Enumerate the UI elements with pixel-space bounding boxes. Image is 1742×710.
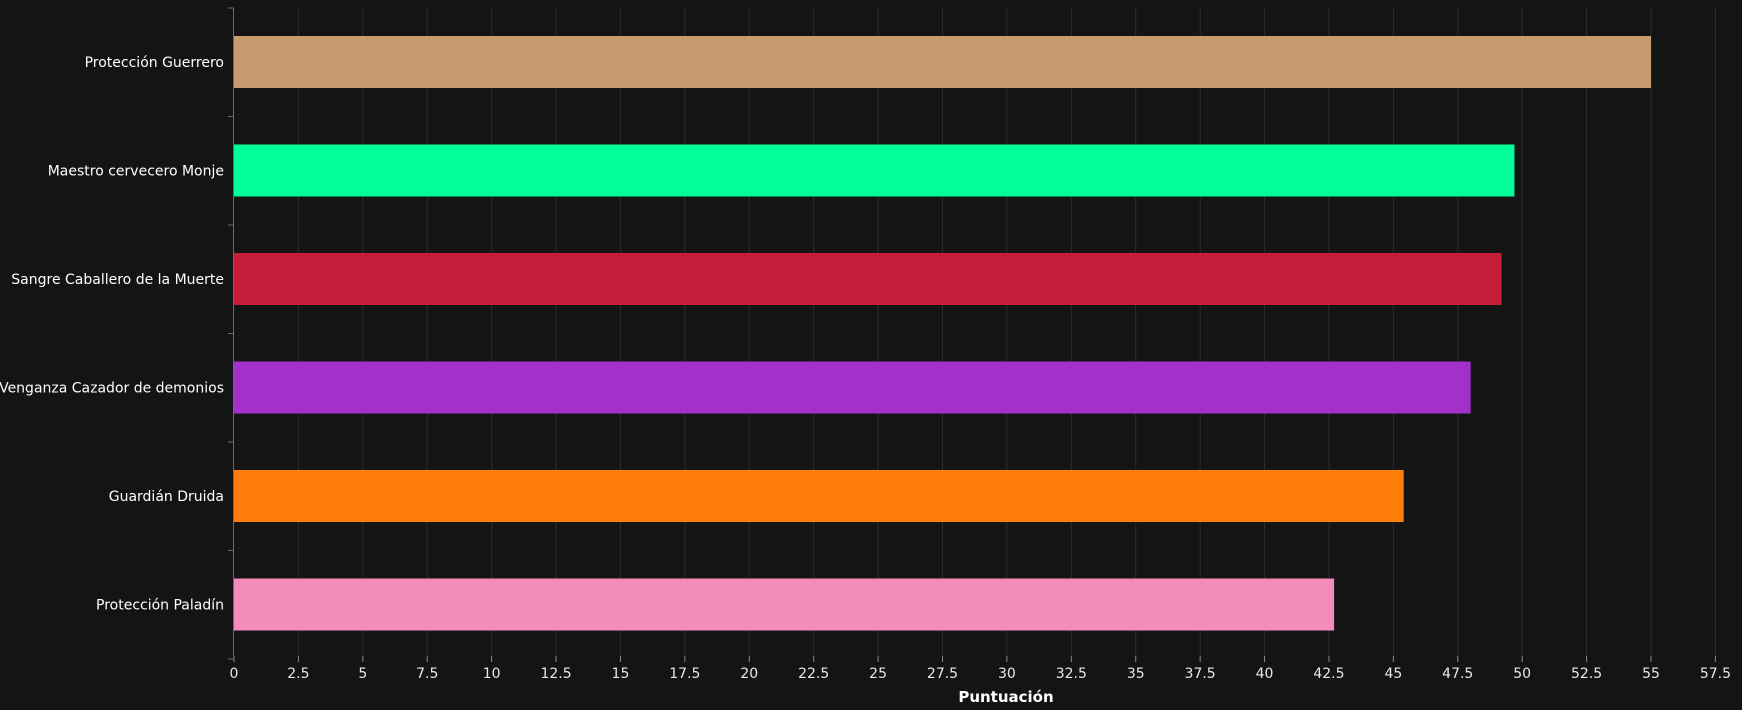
x-tick-label: 5	[358, 666, 367, 682]
category-label: Sangre Caballero de la Muerte	[11, 272, 224, 288]
x-tick-label: 55	[1642, 666, 1660, 682]
x-tick-label: 50	[1513, 666, 1531, 682]
x-tick-label: 17.5	[669, 666, 700, 682]
bar[interactable]	[234, 578, 1335, 631]
chart-root: Protección Guerrero Maestro cervecero Mon…	[0, 0, 1742, 710]
bar-chart: Protección Guerrero Maestro cervecero Mon…	[0, 0, 1742, 710]
x-tick-label: 0	[230, 666, 239, 682]
category-label: Guardián Druida	[109, 489, 224, 505]
x-tick-label: 25	[869, 666, 887, 682]
x-tick-label: 10	[483, 666, 501, 682]
x-tick-label: 20	[740, 666, 758, 682]
x-axis-title: Puntuación	[958, 688, 1053, 706]
x-tick-label: 12.5	[540, 666, 571, 682]
x-tick-label: 35	[1127, 666, 1145, 682]
x-tick-label: 40	[1256, 666, 1274, 682]
bar[interactable]	[234, 470, 1404, 522]
category-label: Protección Guerrero	[85, 55, 224, 71]
x-tick-label: 42.5	[1313, 666, 1344, 682]
bar[interactable]	[234, 36, 1651, 88]
x-tick-label: 15	[612, 666, 630, 682]
x-tick-label: 22.5	[798, 666, 829, 682]
x-tick-label: 57.5	[1700, 666, 1731, 682]
x-tick-label: 37.5	[1185, 666, 1216, 682]
x-tick-label: 7.5	[416, 666, 438, 682]
x-tick-label: 45	[1384, 666, 1402, 682]
category-label: Venganza Cazador de demonios	[0, 381, 224, 397]
category-label: Protección Paladín	[96, 598, 224, 614]
x-tick-label: 2.5	[287, 666, 309, 682]
x-tick-label: 32.5	[1056, 666, 1087, 682]
bar[interactable]	[234, 361, 1471, 414]
x-tick-label: 52.5	[1571, 666, 1602, 682]
bar[interactable]	[234, 253, 1502, 305]
x-tick-label: 27.5	[927, 666, 958, 682]
bar[interactable]	[234, 144, 1515, 197]
x-tick-label: 30	[998, 666, 1016, 682]
category-label: Maestro cervecero Monje	[48, 164, 224, 180]
x-tick-label: 47.5	[1442, 666, 1473, 682]
